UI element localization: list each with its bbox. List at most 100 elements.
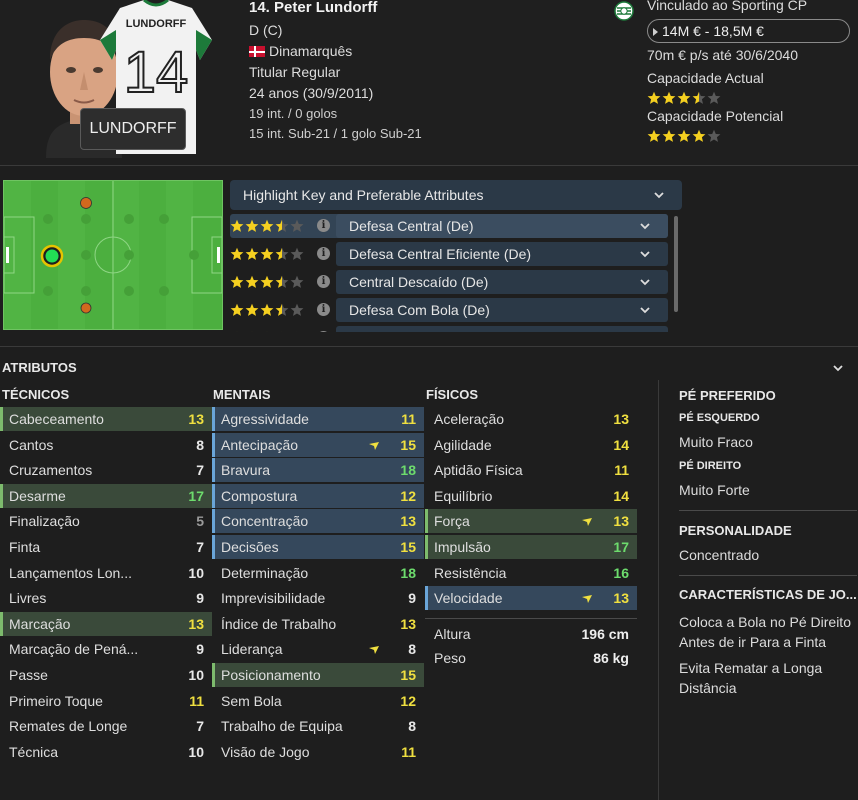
info-icon[interactable]: i xyxy=(317,247,330,260)
star-icon xyxy=(290,275,304,289)
star-icon xyxy=(275,247,289,261)
role-dropdown[interactable]: Líbero Avançado (De) xyxy=(336,326,668,332)
personality-value[interactable]: Concentrado xyxy=(679,545,857,565)
attribute-value: 5 xyxy=(196,513,204,530)
attribute-row[interactable]: Remates de Longe 7 xyxy=(0,714,212,738)
height-label: Altura xyxy=(434,626,471,642)
role-row[interactable]: i Defesa Com Bola (De) xyxy=(230,298,668,322)
attribute-value: 8 xyxy=(196,436,204,453)
attribute-label: Finta xyxy=(9,539,41,555)
attribute-row[interactable]: Livres 9 xyxy=(0,586,212,610)
star-icon xyxy=(275,303,289,317)
attribute-label: Sem Bola xyxy=(221,692,282,709)
attribute-value: 12 xyxy=(400,487,416,504)
role-list: i Defesa Central (De) i Defesa Central Efic… xyxy=(230,214,668,332)
attribute-label: Agressividade xyxy=(221,411,309,427)
star-icon xyxy=(677,91,691,105)
info-icon[interactable]: i xyxy=(317,331,330,332)
attribute-row[interactable]: Cruzamentos 7 xyxy=(0,458,212,482)
attribute-row[interactable]: Trabalho de Equipa 8 xyxy=(212,714,424,738)
role-row[interactable]: i Central Descaído (De) xyxy=(230,270,668,294)
attribute-row[interactable]: Decisões 15 xyxy=(212,535,424,559)
attribute-row[interactable]: Desarme 17 xyxy=(0,483,212,508)
attribute-row[interactable]: Cantos 8 xyxy=(0,433,212,457)
player-nationality-row[interactable]: Dinamarquês xyxy=(249,41,422,62)
attribute-row[interactable]: Velocidade 13 xyxy=(425,586,637,611)
attribute-row[interactable]: Finta 7 xyxy=(0,535,212,559)
right-foot-label: PÉ DIREITO xyxy=(679,460,742,472)
attribute-label: Trabalho de Equipa xyxy=(221,718,343,735)
attribute-row[interactable]: Sem Bola 12 xyxy=(212,689,424,713)
highlight-dropdown[interactable]: Highlight Key and Preferable Attributes xyxy=(230,180,682,210)
attribute-value: 17 xyxy=(188,487,204,504)
info-icon[interactable]: i xyxy=(317,275,330,288)
trait-item[interactable]: Evita Rematar a Longa Distância xyxy=(679,658,857,698)
chevron-down-icon[interactable] xyxy=(833,363,843,373)
attribute-row[interactable]: Força 13 xyxy=(425,509,637,534)
role-dropdown[interactable]: Central Descaído (De) xyxy=(336,270,668,294)
attribute-row[interactable]: Técnica 10 xyxy=(0,740,212,764)
role-row[interactable]: i Defesa Central Eficiente (De) xyxy=(230,242,668,266)
attribute-row[interactable]: Imprevisibilidade 9 xyxy=(212,586,424,610)
role-dropdown[interactable]: Defesa Com Bola (De) xyxy=(336,298,668,322)
side-panel: PÉ PREFERIDO PÉ ESQUERDO Muito Fraco PÉ … xyxy=(658,380,858,800)
attribute-row[interactable]: Concentração 13 xyxy=(212,509,424,534)
attribute-value: 7 xyxy=(196,539,204,555)
height-value: 196 cm xyxy=(581,626,629,642)
attribute-row[interactable]: Marcação 13 xyxy=(0,611,212,636)
club-crest-icon[interactable] xyxy=(614,0,634,22)
attribute-label: Decisões xyxy=(221,539,279,555)
attribute-row[interactable]: Resistência 16 xyxy=(425,561,637,585)
attribute-row[interactable]: Aceleração 13 xyxy=(425,407,637,431)
attribute-value: 14 xyxy=(613,436,629,453)
attribute-row[interactable]: Agressividade 11 xyxy=(212,407,424,431)
role-row[interactable]: i Líbero Avançado (De) xyxy=(230,326,668,332)
contract-club[interactable]: Vinculado ao Sporting CP xyxy=(647,0,807,13)
attribute-row[interactable]: Lançamentos Lon... 10 xyxy=(0,561,212,585)
attribute-row[interactable]: Equilíbrio 14 xyxy=(425,484,637,508)
star-icon xyxy=(245,331,259,332)
position-pitch[interactable] xyxy=(3,180,223,330)
attribute-value: 15 xyxy=(400,667,416,683)
attribute-label: Passe xyxy=(9,667,48,683)
attribute-row[interactable]: Finalização 5 xyxy=(0,509,212,533)
star-icon xyxy=(275,331,289,332)
role-rating-stars xyxy=(230,303,304,317)
attribute-value: 13 xyxy=(613,411,629,427)
attribute-label: Desarme xyxy=(9,487,66,504)
role-dropdown[interactable]: Defesa Central (De) xyxy=(336,214,668,238)
attribute-row[interactable]: Antecipação 15 xyxy=(212,432,424,457)
role-dropdown[interactable]: Defesa Central Eficiente (De) xyxy=(336,242,668,266)
transfer-value[interactable]: 14M € - 18,5M € xyxy=(647,19,850,43)
attribute-label: Compostura xyxy=(221,487,298,504)
attribute-row[interactable]: Impulsão 17 xyxy=(425,535,637,559)
attribute-label: Velocidade xyxy=(434,590,503,607)
attribute-row[interactable]: Índice de Trabalho 13 xyxy=(212,612,424,636)
role-label: Líbero Avançado (De) xyxy=(349,330,485,332)
attribute-row[interactable]: Aptidão Física 11 xyxy=(425,458,637,482)
attribute-row[interactable]: Compostura 12 xyxy=(212,483,424,508)
info-icon[interactable]: i xyxy=(317,219,330,232)
attribute-row[interactable]: Liderança 8 xyxy=(212,637,424,661)
attribute-row[interactable]: Visão de Jogo 11 xyxy=(212,740,424,764)
trait-item[interactable]: Coloca a Bola no Pé Direito Antes de ir … xyxy=(679,612,857,652)
attribute-row[interactable]: Passe 10 xyxy=(0,663,212,687)
player-role-status: Titular Regular xyxy=(249,64,341,80)
info-icon[interactable]: i xyxy=(317,303,330,316)
attribute-row[interactable]: Posicionamento 15 xyxy=(212,663,424,687)
player-title[interactable]: 14. Peter Lundorff xyxy=(249,0,422,16)
star-icon xyxy=(662,129,676,143)
attribute-row[interactable]: Agilidade 14 xyxy=(425,433,637,457)
attribute-row[interactable]: Cabeceamento 13 xyxy=(0,407,212,431)
attribute-row[interactable]: Determinação 18 xyxy=(212,561,424,585)
attribute-row[interactable]: Primeiro Toque 11 xyxy=(0,689,212,713)
attribute-row[interactable]: Marcação de Pená... 9 xyxy=(0,637,212,661)
player-nationality: Dinamarquês xyxy=(269,43,353,59)
role-row[interactable]: i Defesa Central (De) xyxy=(230,214,668,238)
attribute-label: Determinação xyxy=(221,564,309,581)
roles-scrollbar[interactable] xyxy=(674,216,678,312)
attribute-value: 18 xyxy=(400,564,416,581)
star-icon xyxy=(275,219,289,233)
attribute-value: 7 xyxy=(196,462,204,479)
attribute-row[interactable]: Bravura 18 xyxy=(212,458,424,483)
